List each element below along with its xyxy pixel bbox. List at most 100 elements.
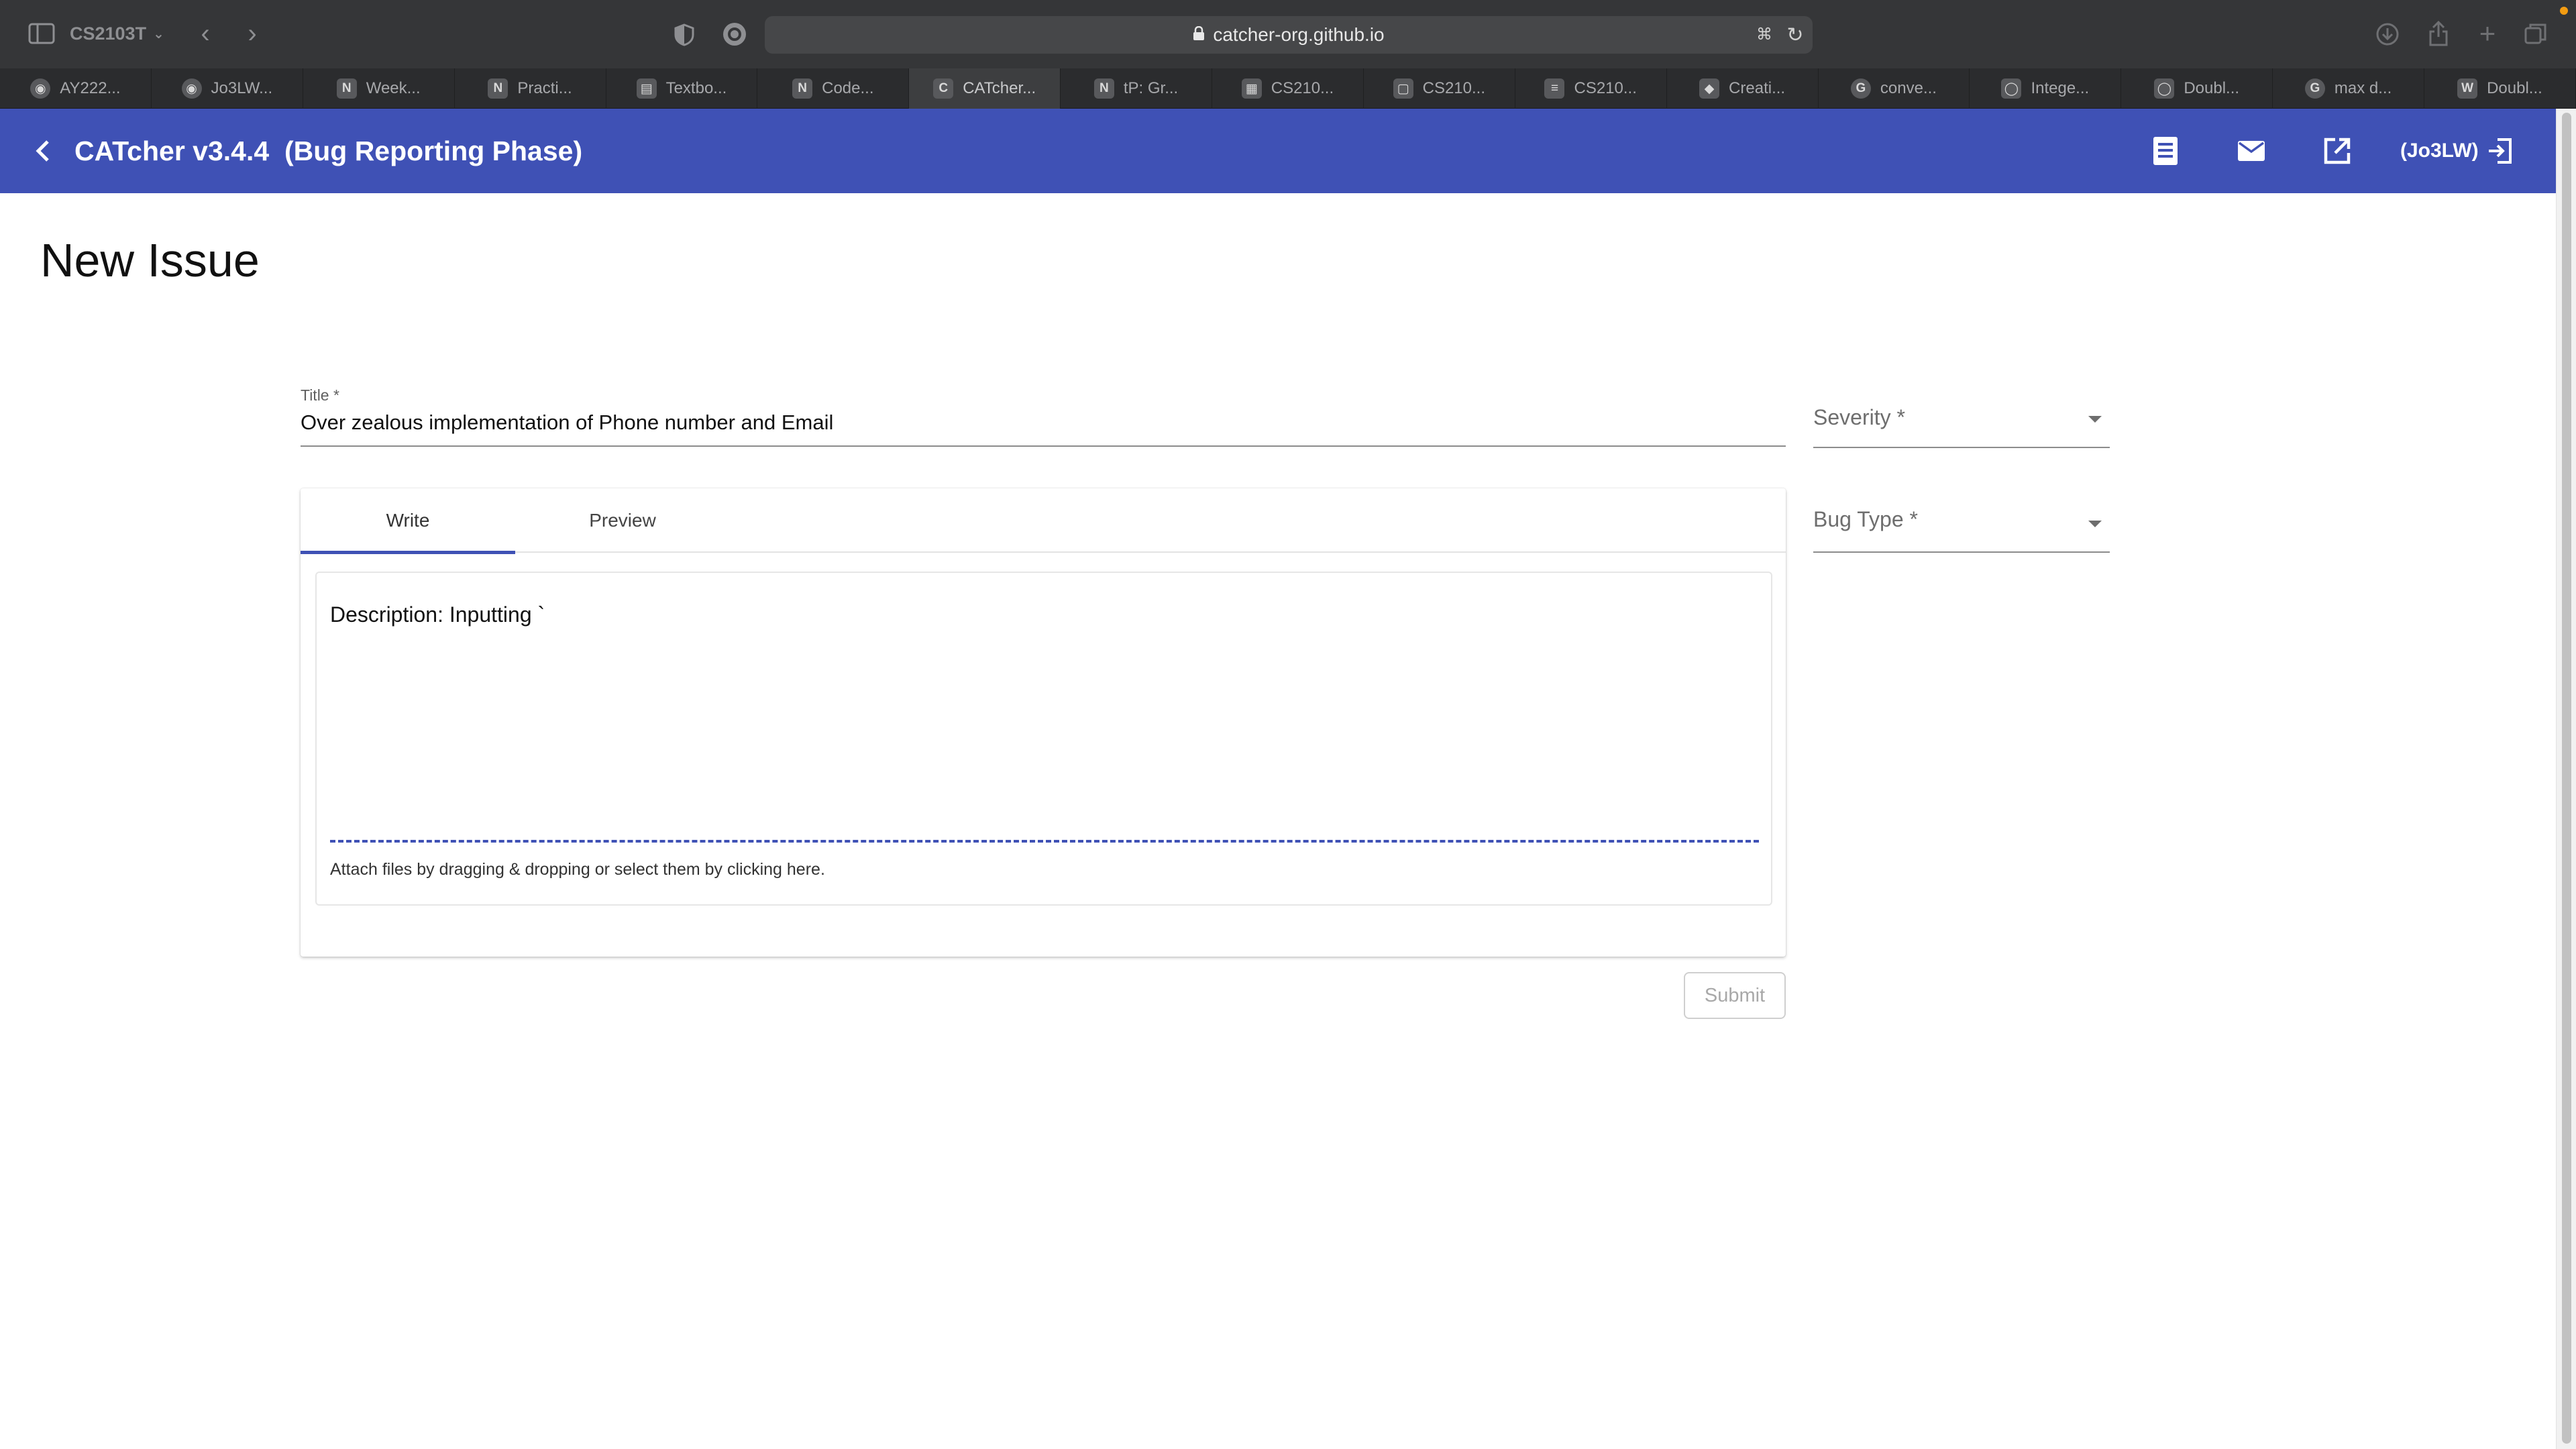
browser-tab-label: Creati... bbox=[1729, 79, 1786, 97]
leaf-icon: ◆ bbox=[1699, 78, 1720, 99]
github-icon: ◉ bbox=[30, 78, 51, 99]
google-icon: G bbox=[2304, 78, 2325, 99]
browser-tab[interactable]: N Practi... bbox=[455, 68, 606, 109]
tab-write[interactable]: Write bbox=[301, 488, 515, 554]
browser-tab[interactable]: ▢ CS210... bbox=[1364, 68, 1515, 109]
notion-icon: N bbox=[336, 78, 357, 99]
new-tab-icon[interactable]: + bbox=[2474, 17, 2501, 49]
page-scrollbar[interactable] bbox=[2556, 109, 2576, 1449]
open-in-new-icon bbox=[2324, 138, 2351, 164]
browser-tab-active[interactable]: C CATcher... bbox=[909, 68, 1061, 109]
tab-group-selector[interactable]: CS2103T ⌄ bbox=[70, 20, 164, 47]
tab-preview-label: Preview bbox=[589, 510, 656, 531]
logout-button[interactable]: (Jo3LW) bbox=[2400, 131, 2514, 170]
grammarly-icon[interactable] bbox=[720, 20, 749, 48]
browser-tab[interactable]: N Week... bbox=[303, 68, 455, 109]
dropdown-arrow-icon bbox=[2088, 416, 2102, 423]
browser-tab-label: Textbo... bbox=[665, 79, 727, 97]
share-icon[interactable] bbox=[2424, 19, 2453, 48]
browser-tab-label: Intege... bbox=[2031, 79, 2090, 97]
browser-tab-label: Jo3LW... bbox=[211, 79, 273, 97]
arrow-left-icon bbox=[36, 140, 49, 162]
browser-tab[interactable]: ◉ Jo3LW... bbox=[152, 68, 303, 109]
doc-icon: ▢ bbox=[1393, 78, 1413, 99]
notification-dot bbox=[2560, 7, 2568, 15]
severity-underline bbox=[1813, 447, 2110, 448]
issue-list-button[interactable] bbox=[2145, 130, 2186, 172]
submit-button[interactable]: Submit bbox=[1684, 972, 1786, 1019]
browser-tab[interactable]: ▤ Textbo... bbox=[606, 68, 758, 109]
back-button[interactable] bbox=[24, 133, 60, 169]
address-bar[interactable]: catcher-org.github.io bbox=[765, 16, 1813, 54]
browser-tab-label: Code... bbox=[822, 79, 874, 97]
description-text: Description: Inputting ` bbox=[330, 602, 545, 627]
browser-tab-label: AY222... bbox=[60, 79, 121, 97]
mail-button[interactable] bbox=[2231, 130, 2272, 172]
user-name: (Jo3LW) bbox=[2400, 140, 2479, 162]
browser-tab[interactable]: ◉ AY222... bbox=[0, 68, 152, 109]
tab-overview-icon[interactable] bbox=[2522, 20, 2549, 47]
bug-type-select[interactable]: Bug Type * bbox=[1813, 496, 2110, 553]
dropdown-arrow-icon bbox=[2088, 521, 2102, 527]
leetcode-icon: ◯ bbox=[2001, 78, 2022, 99]
sidebar-toggle-icon[interactable] bbox=[27, 21, 56, 46]
attach-files-link[interactable]: Attach files by dragging & dropping or s… bbox=[330, 860, 825, 879]
translate-icon[interactable]: ⌘ bbox=[1751, 23, 1778, 46]
browser-tab-label: CS210... bbox=[1422, 79, 1485, 97]
browser-tab[interactable]: N Code... bbox=[757, 68, 910, 109]
github-icon: ◉ bbox=[181, 78, 202, 99]
browser-tab[interactable]: ◆ Creati... bbox=[1667, 68, 1819, 109]
back-arrow-icon[interactable]: ‹ bbox=[193, 19, 217, 48]
notion-icon: N bbox=[1093, 78, 1114, 99]
browser-tab[interactable]: ◯ Intege... bbox=[1970, 68, 2122, 109]
severity-select[interactable]: Severity * bbox=[1813, 392, 2110, 448]
mail-icon bbox=[2238, 141, 2265, 161]
browser-tab-label: Practi... bbox=[517, 79, 572, 97]
browser-tab-label: CS210... bbox=[1271, 79, 1334, 97]
title-input-underline bbox=[301, 445, 1786, 447]
browser-tab[interactable]: Gmax d... bbox=[2273, 68, 2424, 109]
tab-group-label: CS2103T bbox=[70, 23, 147, 44]
catcher-icon: C bbox=[933, 78, 954, 99]
download-icon[interactable] bbox=[2373, 20, 2402, 48]
page-title: New Issue bbox=[40, 234, 260, 286]
description-textarea[interactable]: Description: Inputting ` Attach files by… bbox=[315, 572, 1772, 906]
browser-toolbar: CS2103T ⌄ ‹ › catcher-org.github.io ⌘ ↻ … bbox=[0, 0, 2576, 68]
shield-icon[interactable] bbox=[671, 21, 698, 48]
browser-tab-label: Week... bbox=[366, 79, 421, 97]
tab-preview[interactable]: Preview bbox=[515, 488, 730, 553]
wiki-icon: W bbox=[2457, 78, 2478, 99]
open-external-button[interactable] bbox=[2316, 130, 2358, 172]
scrollbar-thumb[interactable] bbox=[2562, 113, 2571, 1444]
browser-tab[interactable]: ≡ CS210... bbox=[1515, 68, 1667, 109]
browser-tab-label: conve... bbox=[1880, 79, 1937, 97]
app-title: CATcher v3.4.4 (Bug Reporting Phase) bbox=[74, 136, 583, 166]
browser-tab[interactable]: ▦ CS210... bbox=[1212, 68, 1364, 109]
browser-tab-strip: ◉ AY222... ◉ Jo3LW... N Week... N Practi... … bbox=[0, 68, 2576, 109]
notion-icon: N bbox=[488, 78, 508, 99]
browser-tab-label: Doubl... bbox=[2184, 79, 2240, 97]
google-icon: G bbox=[1850, 78, 1871, 99]
doc-icon: ≡ bbox=[1544, 78, 1565, 99]
browser-tab[interactable]: ◯ Doubl... bbox=[2121, 68, 2273, 109]
editor-tabs: Write Preview bbox=[301, 488, 1786, 554]
browser-tab[interactable]: Gconve... bbox=[1819, 68, 1970, 109]
bug-type-label: Bug Type * bbox=[1813, 507, 1918, 531]
url-text: catcher-org.github.io bbox=[1213, 24, 1385, 45]
browser-tab-label: tP: Gr... bbox=[1123, 79, 1179, 97]
leetcode-icon: ◯ bbox=[2154, 78, 2175, 99]
chevron-down-icon: ⌄ bbox=[153, 26, 164, 42]
browser-tab-label: Doubl... bbox=[2487, 79, 2542, 97]
severity-label: Severity * bbox=[1813, 405, 1905, 429]
reload-icon[interactable]: ↻ bbox=[1783, 23, 1807, 47]
grid-icon: ▦ bbox=[1241, 78, 1262, 99]
book-icon: ▤ bbox=[636, 78, 657, 99]
browser-tab-label: CATcher... bbox=[963, 79, 1036, 97]
browser-tab[interactable]: W Doubl... bbox=[2424, 68, 2576, 109]
browser-tab[interactable]: NtP: Gr... bbox=[1061, 68, 1212, 109]
bug-type-underline bbox=[1813, 551, 2110, 553]
browser-tab-label: max d... bbox=[2334, 79, 2392, 97]
title-input[interactable]: Over zealous implementation of Phone num… bbox=[301, 411, 833, 435]
description-editor: Write Preview Description: Inputting ` A… bbox=[301, 488, 1786, 957]
forward-arrow-icon[interactable]: › bbox=[240, 19, 264, 48]
